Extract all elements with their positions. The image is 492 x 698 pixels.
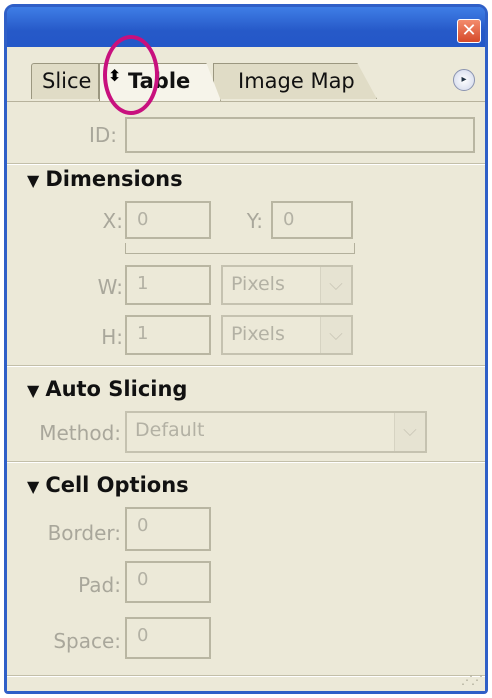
h-label: H: — [101, 325, 123, 349]
id-field[interactable] — [125, 117, 475, 153]
tab-slice-label: Slice — [42, 69, 92, 93]
w-label: W: — [97, 275, 123, 299]
h-field[interactable]: 1 — [125, 315, 211, 355]
w-unit-value: Pixels — [231, 273, 285, 295]
divider — [7, 461, 485, 463]
section-dimensions-title: Dimensions — [45, 167, 183, 191]
resize-grip-icon[interactable]: ⋰⋰ — [461, 673, 483, 687]
tab-slice[interactable]: Slice — [31, 63, 99, 99]
id-label: ID: — [88, 123, 117, 147]
panel-menu-icon[interactable]: ▸ — [453, 69, 475, 91]
section-auto-slicing[interactable]: ▼ Auto Slicing — [27, 377, 187, 401]
tab-strip: Slice ⬍ Table Image Map ▸ — [7, 35, 485, 115]
h-unit-value: Pixels — [231, 323, 285, 345]
space-label: Space: — [53, 629, 121, 653]
section-auto-slicing-title: Auto Slicing — [45, 377, 188, 401]
pad-field[interactable]: 0 — [125, 561, 211, 603]
h-unit-select[interactable]: Pixels ⌵ — [221, 315, 353, 355]
section-dimensions[interactable]: ▼ Dimensions — [27, 167, 183, 191]
collapse-triangle-icon: ▼ — [27, 171, 40, 190]
method-label: Method: — [39, 421, 121, 445]
chevron-down-icon[interactable]: ⌵ — [394, 413, 425, 451]
chevron-down-icon[interactable]: ⌵ — [320, 317, 351, 353]
close-button[interactable]: ✕ — [457, 19, 481, 43]
tab-image-map[interactable]: Image Map — [213, 63, 377, 99]
chevron-down-icon[interactable]: ⌵ — [320, 267, 351, 303]
link-bracket — [125, 243, 355, 254]
pad-label: Pad: — [78, 573, 121, 597]
title-bar[interactable]: ✕ — [7, 7, 485, 47]
divider — [7, 163, 485, 165]
panel-body: Slice ⬍ Table Image Map ▸ ID: ▼ Dimension… — [7, 35, 485, 691]
x-label: X: — [102, 209, 123, 233]
w-field[interactable]: 1 — [125, 265, 211, 305]
space-field[interactable]: 0 — [125, 617, 211, 659]
section-cell-options-title: Cell Options — [45, 473, 189, 497]
y-field[interactable]: 0 — [271, 201, 353, 239]
border-label: Border: — [47, 521, 121, 545]
y-label: Y: — [246, 209, 263, 233]
divider — [7, 365, 485, 367]
tab-image-map-label: Image Map — [238, 69, 355, 93]
section-cell-options[interactable]: ▼ Cell Options — [27, 473, 189, 497]
border-field[interactable]: 0 — [125, 507, 211, 551]
collapse-triangle-icon: ▼ — [27, 381, 40, 400]
annotation-circle — [103, 35, 159, 115]
panel-window: ✕ Slice ⬍ Table Image Map ▸ ID: ▼ Dimensi… — [4, 4, 488, 694]
divider — [7, 675, 485, 677]
method-value: Default — [135, 419, 205, 441]
x-field[interactable]: 0 — [125, 201, 211, 239]
method-select[interactable]: Default ⌵ — [125, 411, 427, 453]
collapse-triangle-icon: ▼ — [27, 477, 40, 496]
w-unit-select[interactable]: Pixels ⌵ — [221, 265, 353, 305]
